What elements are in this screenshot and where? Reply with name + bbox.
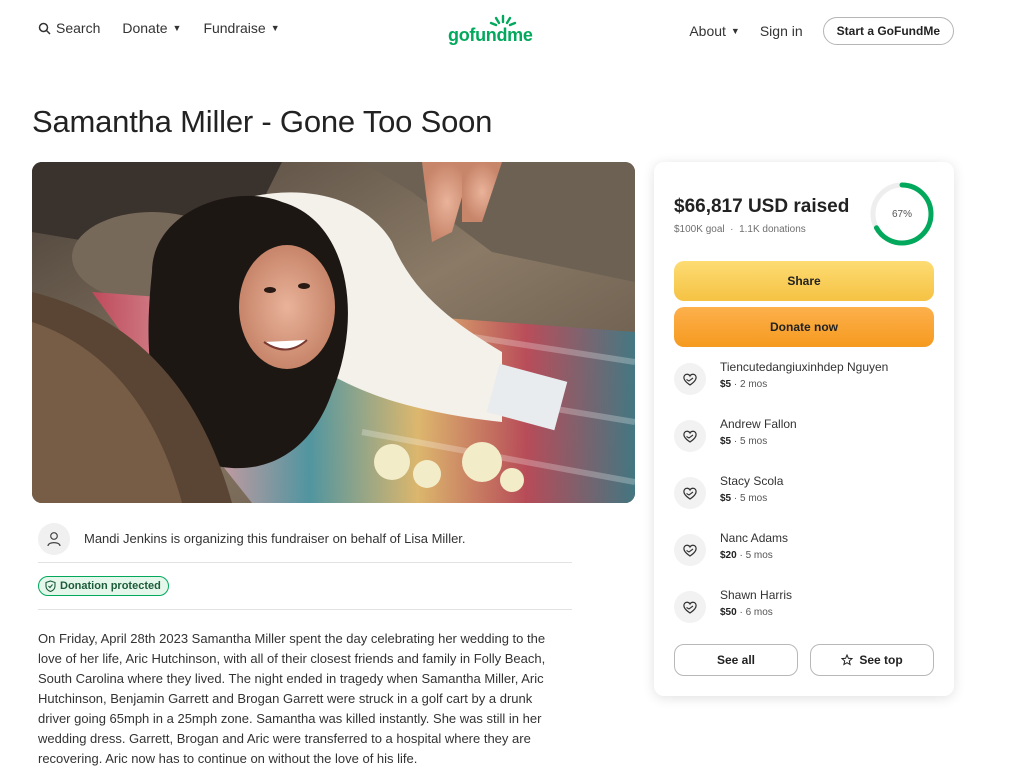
amount-raised: $66,817 USD raised (674, 196, 850, 217)
donor-meta: $5 · 5 mos (720, 436, 767, 447)
fundraise-menu[interactable]: Fundraise ▼ (203, 20, 279, 36)
progress-percent: 67% (891, 208, 912, 220)
donation-heart-icon (674, 591, 706, 623)
see-top-label: See top (859, 653, 903, 667)
donation-protected-badge[interactable]: Donation protected (38, 576, 169, 596)
separator-dot: · (727, 224, 740, 235)
nav-left: Search Donate ▼ Fundraise ▼ (38, 20, 302, 36)
site-header: Search Donate ▼ Fundraise ▼ gofundme Abo… (0, 0, 1024, 62)
person-icon (47, 531, 61, 546)
hero-photo (32, 162, 635, 503)
gofundme-logo[interactable]: gofundme (448, 14, 540, 46)
organizer-row: Mandi Jenkins is organizing this fundrai… (38, 515, 572, 563)
donation-heart-icon (674, 363, 706, 395)
donor-amount: $5 (720, 379, 732, 390)
donor-amount: $50 (720, 607, 737, 618)
campaign-story: On Friday, April 28th 2023 Samantha Mill… (38, 631, 546, 766)
nav-right: About ▼ Sign in Start a GoFundMe (689, 17, 954, 45)
donor-meta: $5 · 5 mos (720, 493, 767, 504)
fundraise-menu-label: Fundraise (203, 20, 266, 36)
donate-menu-label: Donate (122, 20, 168, 36)
donor-name: Stacy Scola (720, 474, 784, 488)
donor-time: · 5 mos (731, 436, 768, 447)
donor-item: Nanc Adams $20 · 5 mos (674, 531, 934, 571)
start-gofundme-button[interactable]: Start a GoFundMe (822, 17, 954, 45)
star-icon (841, 654, 854, 666)
donation-card: $66,817 USD raised $100K goal · 1.1K don… (654, 162, 954, 696)
donation-protected-label: Donation protected (60, 580, 161, 592)
donation-heart-icon (674, 534, 706, 566)
donor-meta: $20 · 5 mos (720, 550, 773, 561)
about-menu-label: About (689, 23, 726, 39)
see-all-button[interactable]: See all (674, 644, 798, 676)
donor-item: Tiencutedangiuxinhdep Nguyen $5 · 2 mos (674, 360, 934, 400)
donor-time: · 5 mos (731, 493, 768, 504)
donor-amount: $5 (720, 493, 732, 504)
share-button[interactable]: Share (674, 261, 934, 301)
donor-meta: $5 · 2 mos (720, 379, 767, 390)
donor-amount: $5 (720, 436, 732, 447)
organizer-text: Mandi Jenkins is organizing this fundrai… (84, 531, 466, 546)
donate-menu[interactable]: Donate ▼ (122, 20, 181, 36)
about-menu[interactable]: About ▼ (689, 23, 740, 39)
donor-time: · 6 mos (736, 607, 773, 618)
donation-heart-icon (674, 420, 706, 452)
search-icon (38, 22, 51, 35)
donor-name: Shawn Harris (720, 588, 793, 602)
donor-time: · 5 mos (736, 550, 773, 561)
campaign-hero-image[interactable] (32, 162, 635, 503)
search-label: Search (56, 20, 101, 36)
signin-label: Sign in (759, 23, 803, 39)
avatar (38, 522, 70, 555)
donations-count: 1.1K donations (739, 224, 806, 235)
donor-item: Shawn Harris $50 · 6 mos (674, 588, 934, 628)
chevron-down-icon: ▼ (730, 26, 740, 36)
goal-amount: $100K goal (674, 224, 725, 235)
search-link[interactable]: Search (38, 20, 100, 36)
donor-time: · 2 mos (731, 379, 768, 390)
logo-text: gofundme (448, 25, 533, 45)
goal-summary: $100K goal · 1.1K donations (674, 224, 806, 235)
donor-item: Andrew Fallon $5 · 5 mos (674, 417, 934, 457)
shield-icon (45, 580, 56, 592)
donor-amount: $20 (720, 550, 737, 561)
donor-item: Stacy Scola $5 · 5 mos (674, 474, 934, 514)
see-all-label: See all (716, 653, 756, 667)
chevron-down-icon: ▼ (172, 23, 182, 33)
donor-name: Tiencutedangiuxinhdep Nguyen (720, 360, 889, 374)
donor-name: Andrew Fallon (720, 417, 797, 431)
protection-row: Donation protected (38, 563, 572, 610)
see-top-button[interactable]: See top (810, 644, 934, 676)
donate-now-button[interactable]: Donate now (674, 307, 934, 347)
donor-meta: $50 · 6 mos (720, 607, 773, 618)
page-title: Samantha Miller - Gone Too Soon (32, 104, 493, 139)
signin-link[interactable]: Sign in (760, 23, 803, 39)
donor-name: Nanc Adams (720, 531, 789, 545)
chevron-down-icon: ▼ (270, 23, 280, 33)
donation-heart-icon (674, 477, 706, 509)
